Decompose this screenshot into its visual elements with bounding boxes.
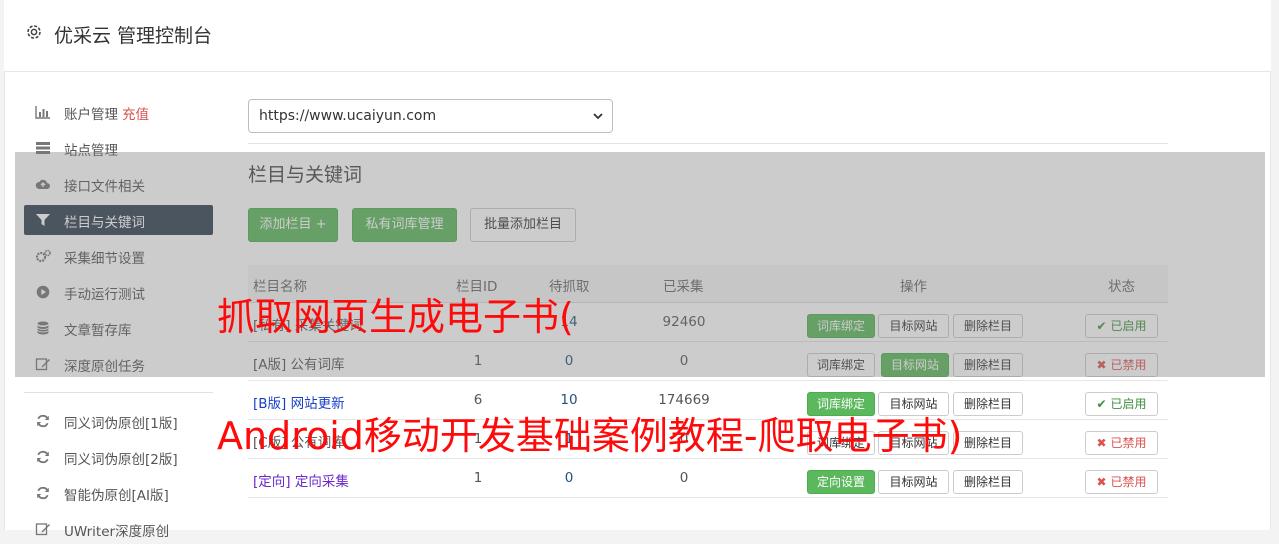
sidebar-item-synonym-v2[interactable]: 同义词伪原创[2版]	[24, 442, 213, 472]
close-icon: ✖	[1096, 436, 1107, 450]
target-site-button[interactable]: 目标网站	[878, 392, 949, 416]
recharge-link[interactable]: 充值	[122, 107, 149, 123]
sidebar-item-label: 同义词伪原创[1版]	[64, 416, 178, 432]
close-icon: ✖	[1096, 475, 1107, 489]
status-label: 已启用	[1110, 397, 1147, 411]
sidebar-item-uwriter[interactable]: UWriter深度原创	[24, 514, 213, 544]
gear-icon	[27, 25, 41, 39]
status-label: 已禁用	[1110, 475, 1147, 489]
check-icon: ✔	[1096, 397, 1107, 411]
delete-column-button[interactable]: 删除栏目	[953, 470, 1023, 494]
sidebar-item-synonym-v1[interactable]: 同义词伪原创[1版]	[24, 406, 213, 436]
sidebar-item-label: UWriter深度原创	[64, 524, 170, 540]
target-site-button[interactable]: 目标网站	[878, 470, 949, 494]
table-row: [定向] 定向采集 1 0 0 定向设置 目标网站 删除栏目 ✖ 已禁用	[248, 459, 1168, 498]
refresh-icon	[37, 450, 49, 464]
bind-lexicon-button[interactable]: 词库绑定	[807, 392, 875, 416]
sidebar-item-account[interactable]: 账户管理 充值	[24, 97, 213, 127]
chevron-down-icon	[593, 113, 603, 120]
delete-column-button[interactable]: 删除栏目	[953, 392, 1023, 416]
site-select-value: https://www.ucaiyun.com	[259, 108, 437, 124]
edit-icon	[35, 523, 50, 536]
status-toggle[interactable]: ✖ 已禁用	[1085, 431, 1158, 455]
delete-column-button[interactable]: 删除栏目	[953, 431, 1023, 455]
watermark-caption-1: 抓取网页生成电子书(	[217, 295, 574, 339]
site-select[interactable]: https://www.ucaiyun.com	[248, 99, 613, 133]
directed-settings-button[interactable]: 定向设置	[807, 470, 875, 494]
sidebar-divider	[24, 392, 213, 393]
watermark-caption-2: Android移动开发基础案例教程-爬取电子书)	[217, 414, 963, 458]
sidebar-item-label: 智能伪原创[AI版]	[64, 488, 169, 504]
pending-count[interactable]: 0	[539, 470, 599, 486]
status-label: 已禁用	[1110, 436, 1147, 450]
refresh-icon	[37, 414, 49, 428]
status-toggle[interactable]: ✔ 已启用	[1085, 392, 1158, 416]
status-toggle[interactable]: ✖ 已禁用	[1085, 470, 1158, 494]
overlay-band	[15, 152, 1265, 377]
column-name[interactable]: [B版] 网站更新	[253, 392, 345, 412]
sidebar-item-label: 账户管理	[64, 107, 118, 123]
column-name[interactable]: [定向] 定向采集	[253, 470, 349, 490]
collected-count: 0	[679, 470, 689, 486]
page-header: 优采云 管理控制台	[4, 0, 1271, 72]
bar-chart-icon	[35, 106, 50, 119]
column-id: 1	[473, 470, 483, 486]
divider	[248, 143, 1168, 144]
refresh-icon	[37, 486, 49, 500]
page-title: 优采云 管理控制台	[54, 25, 213, 47]
column-id: 6	[473, 392, 483, 408]
pending-count[interactable]: 10	[539, 392, 599, 408]
sidebar-item-label: 同义词伪原创[2版]	[64, 452, 178, 468]
sidebar-item-ai-original[interactable]: 智能伪原创[AI版]	[24, 478, 213, 508]
collected-count: 174669	[658, 392, 710, 408]
